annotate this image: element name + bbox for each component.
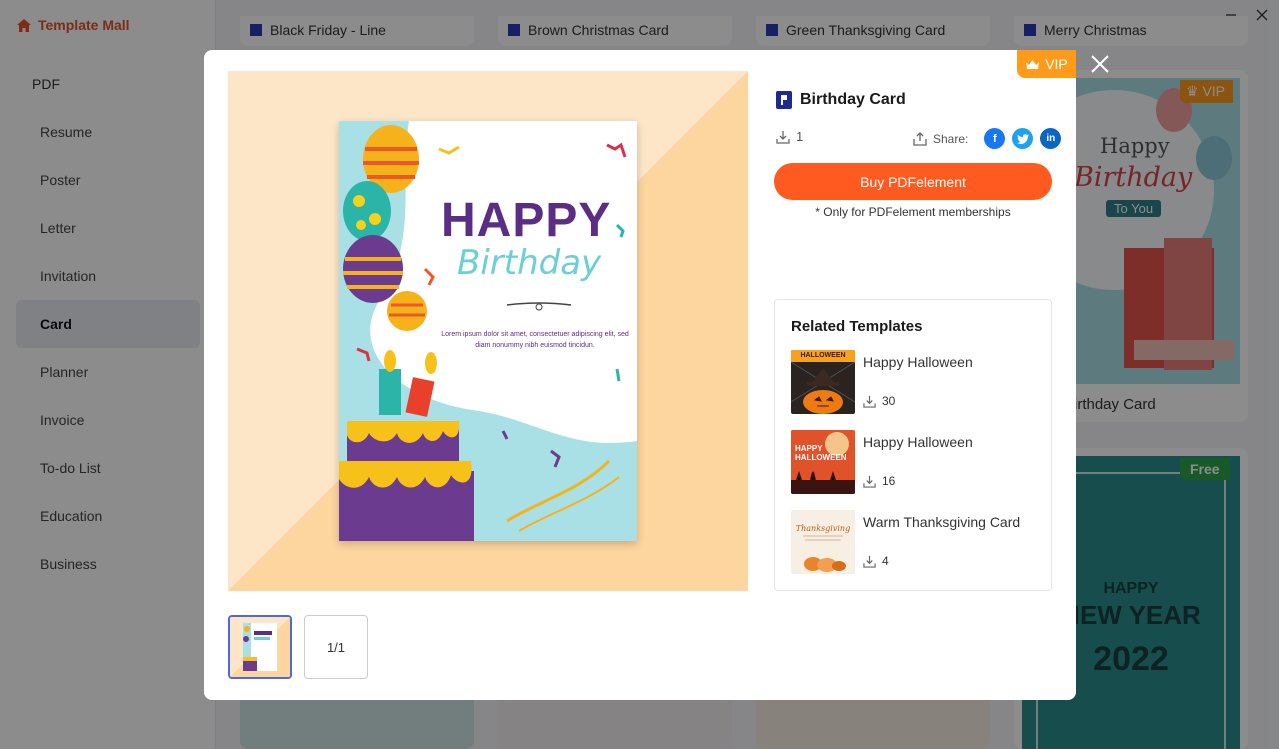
pumpkins-illustration <box>803 535 846 572</box>
pumpkin-illustration <box>791 362 855 414</box>
linkedin-icon[interactable]: in <box>1040 128 1062 149</box>
related-template-name: Warm Thanksgiving Card <box>863 514 1021 530</box>
template-preview: HAPPY Birthday Lorem ipsum dolor sit ame… <box>228 71 748 591</box>
related-template-downloads: 30 <box>863 394 895 408</box>
preview-headline: HAPPY <box>441 194 612 247</box>
related-template-thumbnail: Thanksgiving <box>791 510 855 574</box>
download-icon <box>776 130 790 144</box>
download-count: 1 <box>776 129 803 144</box>
crown-icon <box>1026 59 1040 69</box>
template-mall-app: Template Mall PDF Resume Poster Letter I… <box>0 0 1279 749</box>
page-indicator: 1/1 <box>304 615 368 679</box>
template-title: Birthday Card <box>776 91 906 109</box>
download-icon <box>863 395 876 408</box>
share-icon <box>913 131 927 146</box>
share-row: Share: f in <box>913 128 1062 149</box>
pdf-document-icon <box>776 91 792 109</box>
share-label: Share: <box>933 131 969 146</box>
download-icon <box>863 475 876 488</box>
vip-badge: VIP <box>1017 50 1076 78</box>
membership-note: * Only for PDFelement memberships <box>815 205 1011 219</box>
download-icon <box>863 555 876 568</box>
page-thumbnail[interactable] <box>228 615 292 679</box>
template-detail-modal: HAPPY Birthday Lorem ipsum dolor sit ame… <box>204 50 1076 700</box>
related-template-downloads: 16 <box>863 474 895 488</box>
download-count-value: 1 <box>796 129 804 144</box>
halloween-illustration <box>791 430 855 494</box>
twitter-icon[interactable] <box>1012 128 1034 149</box>
related-template-name: Happy Halloween <box>863 434 973 450</box>
related-template-item[interactable]: Thanksgiving Warm Thanksgiving Card 4 <box>791 510 1041 574</box>
preview-body-text: Lorem ipsum dolor sit amet, consectetuer… <box>441 331 629 349</box>
related-templates-heading: Related Templates <box>791 318 923 335</box>
twitter-bird-glyph <box>1016 133 1029 144</box>
related-template-item[interactable]: HALLOWEEN Happy Halloween 30 <box>791 350 1041 414</box>
page-thumbnail-image <box>230 617 290 677</box>
related-template-thumbnail: HAPPY HALLOWEEN <box>791 430 855 494</box>
related-template-item[interactable]: HAPPY HALLOWEEN Happy Halloween 16 <box>791 430 1041 494</box>
birthday-card-page: HAPPY Birthday Lorem ipsum dolor sit ame… <box>339 121 637 541</box>
related-template-name: Happy Halloween <box>863 354 973 370</box>
related-template-thumbnail: HALLOWEEN <box>791 350 855 414</box>
facebook-icon[interactable]: f <box>984 128 1006 149</box>
buy-pdfelement-button[interactable]: Buy PDFelement <box>774 163 1052 200</box>
preview-subheadline: Birthday <box>457 243 602 283</box>
template-title-text: Birthday Card <box>800 91 906 108</box>
related-templates-panel: Related Templates HALLOWEEN Happy Hallow… <box>774 299 1052 591</box>
close-icon <box>1091 55 1109 73</box>
modal-close-button[interactable] <box>1089 53 1111 75</box>
related-template-downloads: 4 <box>863 554 889 568</box>
